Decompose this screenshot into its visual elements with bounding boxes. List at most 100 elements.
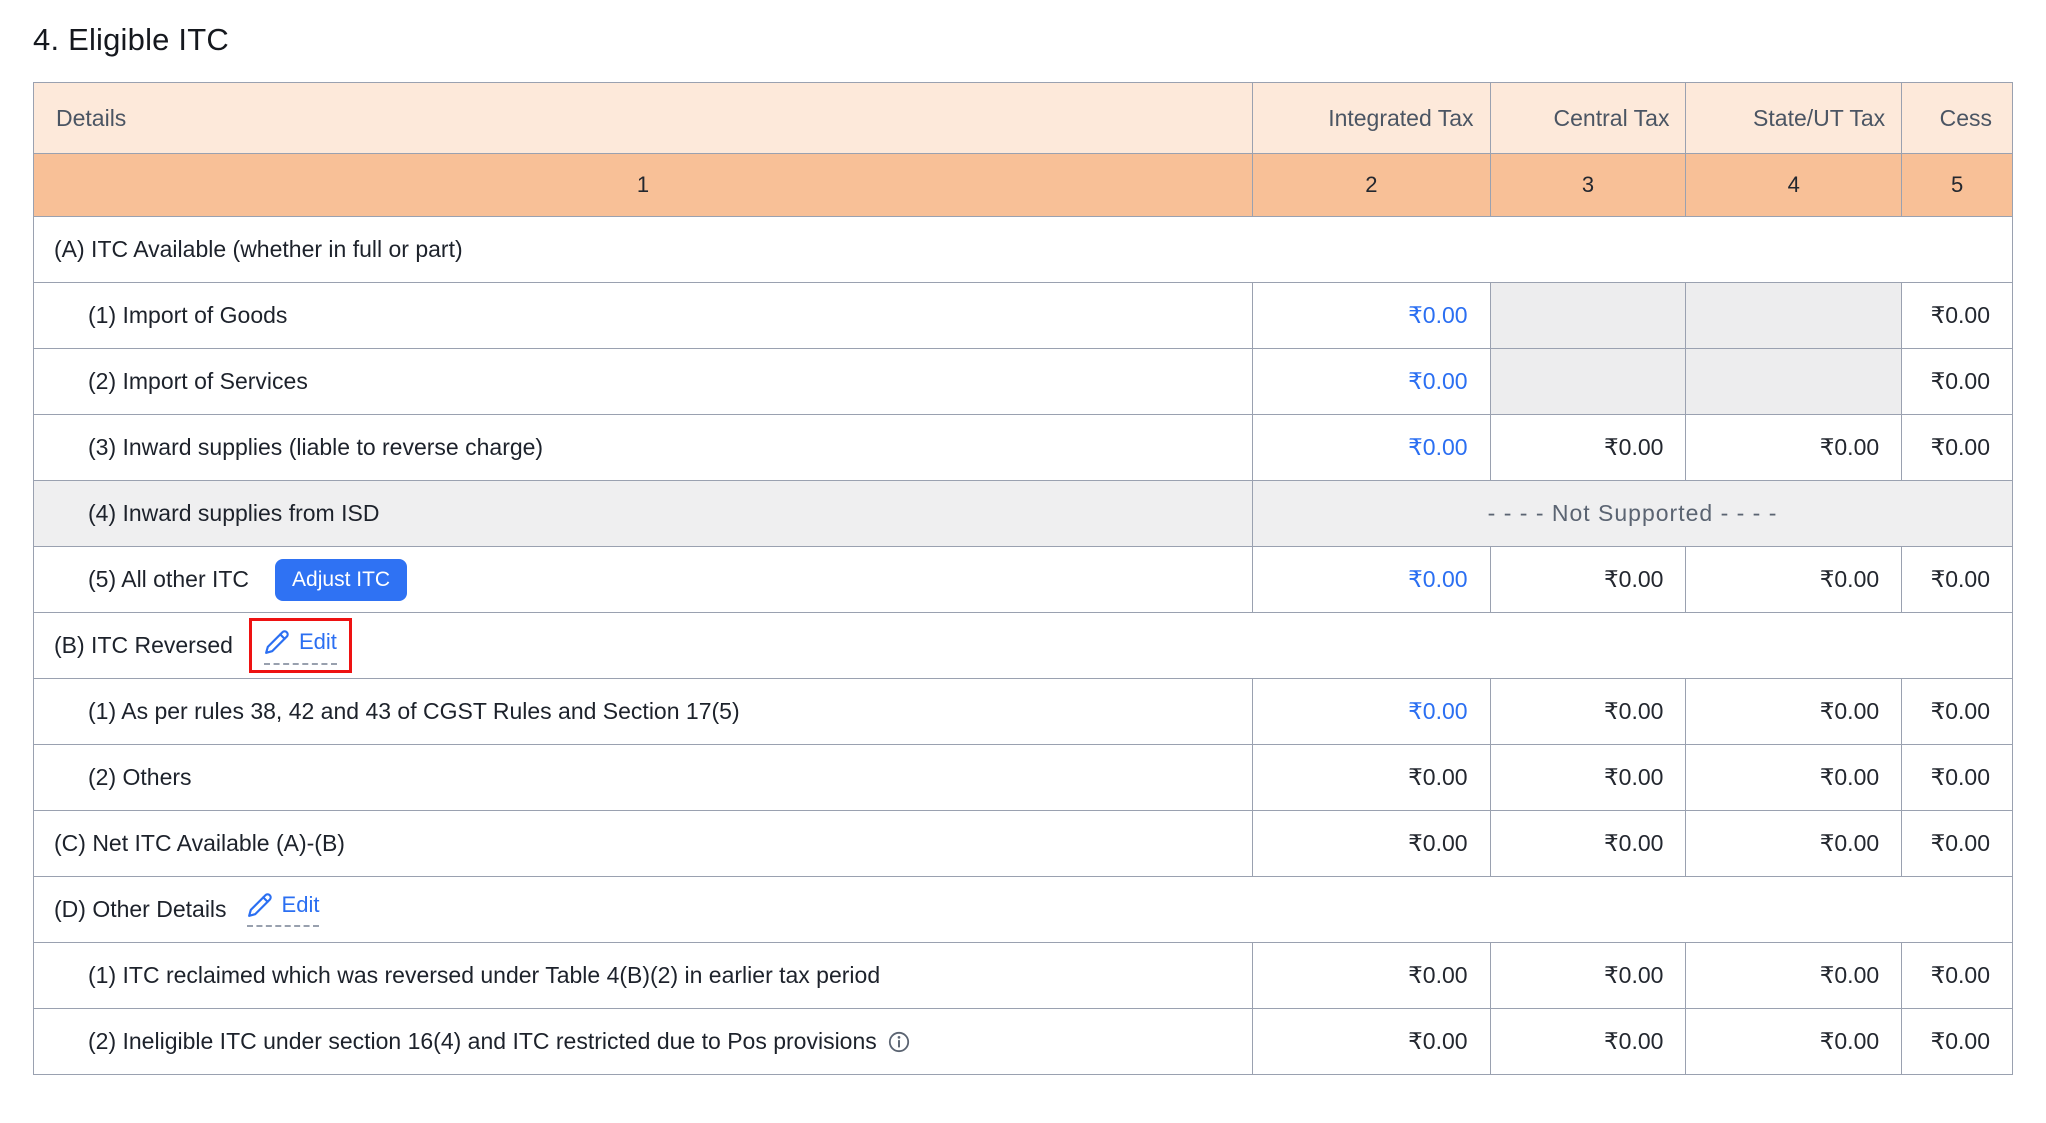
table-row: (2) Ineligible ITC under section 16(4) a… <box>34 1009 2013 1075</box>
row-label: (1) Import of Goods <box>88 302 287 329</box>
value-cell[interactable]: ₹0.00 <box>1253 415 1490 481</box>
value-cell[interactable]: ₹0.00 <box>1253 547 1490 613</box>
column-header-central-tax: Central Tax <box>1490 83 1686 154</box>
value-cell: ₹0.00 <box>1253 1009 1490 1075</box>
row-label: (1) As per rules 38, 42 and 43 of CGST R… <box>88 698 740 725</box>
value-cell: ₹0.00 <box>1253 745 1490 811</box>
value-cell: ₹0.00 <box>1902 943 2013 1009</box>
value-cell[interactable]: ₹0.00 <box>1253 679 1490 745</box>
row-label: (1) ITC reclaimed which was reversed und… <box>88 962 880 989</box>
column-number-row: 1 2 3 4 5 <box>34 154 2013 217</box>
row-label: (4) Inward supplies from ISD <box>34 481 1253 547</box>
row-label-cell: (2) Import of Services <box>34 349 1253 415</box>
value-cell: ₹0.00 <box>1686 943 1902 1009</box>
value-cell: ₹0.00 <box>1902 283 2013 349</box>
disabled-value-cell <box>1686 349 1902 415</box>
column-number: 3 <box>1490 154 1686 217</box>
dashed-underline <box>247 925 320 927</box>
disabled-value-cell <box>1686 283 1902 349</box>
edit-link-label[interactable]: Edit <box>282 892 320 918</box>
value-cell: ₹0.00 <box>1686 745 1902 811</box>
value-cell: ₹0.00 <box>1490 547 1686 613</box>
table-row: (5) All other ITCAdjust ITC₹0.00₹0.00₹0.… <box>34 547 2013 613</box>
value-cell: ₹0.00 <box>1686 1009 1902 1075</box>
value-cell: ₹0.00 <box>1686 811 1902 877</box>
eligible-itc-page: 4. Eligible ITC Details Integrated Tax C… <box>0 0 2046 1123</box>
row-label: (C) Net ITC Available (A)-(B) <box>54 830 345 857</box>
column-number: 5 <box>1902 154 2013 217</box>
table-row: (2) Import of Services₹0.00₹0.00 <box>34 349 2013 415</box>
column-number: 1 <box>34 154 1253 217</box>
value-cell: ₹0.00 <box>1490 811 1686 877</box>
row-label: (D) Other Details <box>54 896 227 923</box>
pencil-icon <box>247 892 273 918</box>
column-header-state-ut-tax: State/UT Tax <box>1686 83 1902 154</box>
value-cell: ₹0.00 <box>1490 679 1686 745</box>
row-label: (A) ITC Available (whether in full or pa… <box>54 236 463 263</box>
value-cell: ₹0.00 <box>1490 745 1686 811</box>
section-row-cell: (D) Other Details Edit <box>34 877 2013 943</box>
table-row: (2) Others₹0.00₹0.00₹0.00₹0.00 <box>34 745 2013 811</box>
value-cell[interactable]: ₹0.00 <box>1253 349 1490 415</box>
page-title: 4. Eligible ITC <box>33 22 2013 58</box>
value-cell: ₹0.00 <box>1902 415 2013 481</box>
row-label: (2) Ineligible ITC under section 16(4) a… <box>88 1028 877 1055</box>
eligible-itc-table: Details Integrated Tax Central Tax State… <box>33 82 2013 1075</box>
edit-link-label[interactable]: Edit <box>299 629 337 655</box>
value-cell: ₹0.00 <box>1902 1009 2013 1075</box>
info-icon[interactable] <box>887 1030 911 1054</box>
row-label-cell: (C) Net ITC Available (A)-(B) <box>34 811 1253 877</box>
value-cell: ₹0.00 <box>1686 547 1902 613</box>
value-cell: ₹0.00 <box>1902 679 2013 745</box>
value-cell: ₹0.00 <box>1902 745 2013 811</box>
column-header-cess: Cess <box>1902 83 2013 154</box>
row-label: (3) Inward supplies (liable to reverse c… <box>88 434 543 461</box>
edit-link[interactable]: Edit <box>264 629 337 664</box>
table-row: (1) ITC reclaimed which was reversed und… <box>34 943 2013 1009</box>
pencil-icon <box>264 629 290 655</box>
not-supported-message: - - - - Not Supported - - - - <box>1253 481 2013 547</box>
row-label: (5) All other ITC <box>88 566 249 593</box>
section-row-cell: (B) ITC Reversed Edit <box>34 613 2013 679</box>
adjust-itc-button[interactable]: Adjust ITC <box>275 559 407 601</box>
table-row: (1) Import of Goods ₹0.00 ₹0.00 <box>34 283 2013 349</box>
row-label-cell: (1) As per rules 38, 42 and 43 of CGST R… <box>34 679 1253 745</box>
value-cell: ₹0.00 <box>1902 349 2013 415</box>
row-label: (2) Others <box>88 764 192 791</box>
value-cell: ₹0.00 <box>1253 943 1490 1009</box>
column-header-details: Details <box>34 83 1253 154</box>
table-row: (C) Net ITC Available (A)-(B)₹0.00₹0.00₹… <box>34 811 2013 877</box>
section-row-cell: (A) ITC Available (whether in full or pa… <box>34 217 2013 283</box>
table-row: (3) Inward supplies (liable to reverse c… <box>34 415 2013 481</box>
value-cell: ₹0.00 <box>1902 547 2013 613</box>
table-row: (4) Inward supplies from ISD- - - - Not … <box>34 481 2013 547</box>
edit-link-top[interactable]: Edit <box>247 892 320 918</box>
value-cell[interactable]: ₹0.00 <box>1253 283 1490 349</box>
row-label-cell: (2) Ineligible ITC under section 16(4) a… <box>34 1009 1253 1075</box>
disabled-value-cell <box>1490 349 1686 415</box>
row-label: (B) ITC Reversed <box>54 632 233 659</box>
row-label-cell: (1) ITC reclaimed which was reversed und… <box>34 943 1253 1009</box>
value-cell: ₹0.00 <box>1253 811 1490 877</box>
row-label-cell: (5) All other ITC Adjust ITC <box>34 547 1253 613</box>
table-row: (A) ITC Available (whether in full or pa… <box>34 217 2013 283</box>
column-number: 2 <box>1253 154 1490 217</box>
value-cell: ₹0.00 <box>1490 415 1686 481</box>
highlight-box: Edit <box>249 618 352 672</box>
value-cell: ₹0.00 <box>1686 679 1902 745</box>
value-cell: ₹0.00 <box>1902 811 2013 877</box>
table-row: (1) As per rules 38, 42 and 43 of CGST R… <box>34 679 2013 745</box>
value-cell: ₹0.00 <box>1686 415 1902 481</box>
dashed-underline <box>264 663 337 665</box>
edit-link[interactable]: Edit <box>247 892 320 927</box>
table-row: (B) ITC Reversed Edit <box>34 613 2013 679</box>
value-cell: ₹0.00 <box>1490 1009 1686 1075</box>
table-row: (D) Other Details Edit <box>34 877 2013 943</box>
row-label-cell: (1) Import of Goods <box>34 283 1253 349</box>
column-header-integrated-tax: Integrated Tax <box>1253 83 1490 154</box>
row-label-cell: (2) Others <box>34 745 1253 811</box>
disabled-value-cell <box>1490 283 1686 349</box>
table-header-row: Details Integrated Tax Central Tax State… <box>34 83 2013 154</box>
column-number: 4 <box>1686 154 1902 217</box>
edit-link-top[interactable]: Edit <box>264 629 337 655</box>
